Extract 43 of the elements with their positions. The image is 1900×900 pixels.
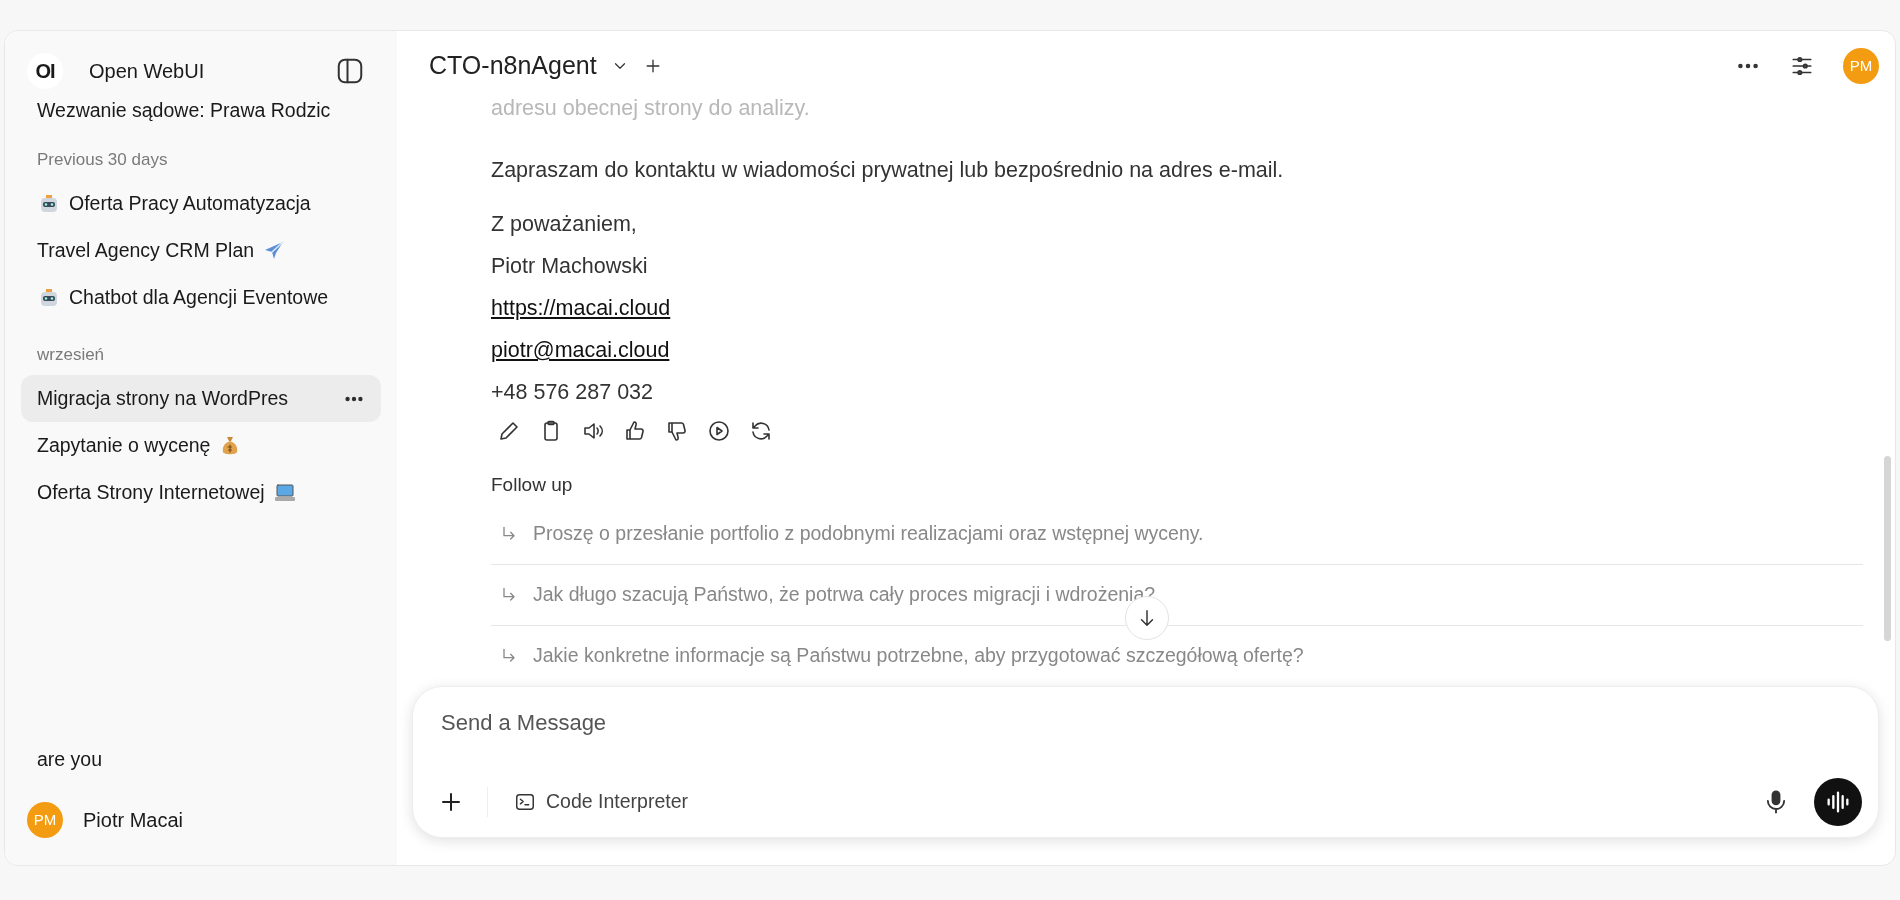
chat-item[interactable]: Travel Agency CRM Plan (21, 227, 381, 275)
chat-item[interactable]: Wezwanie sądowe: Prawa Rodzic (21, 99, 381, 127)
chat-title: Oferta Pracy Automatyzacja (69, 191, 311, 217)
terminal-icon (514, 791, 536, 813)
link[interactable]: piotr@macai.cloud (491, 338, 670, 362)
chat-item[interactable]: Migracja strony na WordPres (21, 375, 381, 422)
chat-item[interactable]: Oferta Pracy Automatyzacja (21, 180, 381, 228)
refresh-icon[interactable] (749, 419, 773, 443)
chat-title: Oferta Strony Internetowej (37, 479, 265, 505)
message-text: Piotr Machowski (491, 253, 649, 280)
follow-up-item[interactable]: Jakie konkretne informacje są Państwu potrzebne, aby przygotować szczegółową ofertę? (491, 625, 1863, 687)
thumbs-up-icon[interactable] (623, 419, 647, 443)
plus-icon (439, 790, 463, 814)
follow-up-item[interactable]: Proszę o przesłanie portfolio z podobnymi realizacjami oraz wstępnej wyceny. (491, 503, 1863, 565)
message-text: Zapraszam do kontaktu w wiadomości prywatnej lub bezpośrednio na adres e-mail. (491, 157, 1285, 184)
chat-item[interactable]: Zapytanie o wycenę (21, 422, 381, 469)
sidebar-toggle-icon[interactable] (335, 56, 365, 86)
thumbs-down-icon[interactable] (665, 419, 689, 443)
logo[interactable]: OI (27, 53, 63, 89)
chat-title: Chatbot dla Agencji Eventowe (69, 285, 329, 311)
voice-button[interactable] (1814, 778, 1862, 826)
chat-item[interactable]: Oferta Strony Internetowej (21, 469, 381, 516)
chat-title: Migracja strony na WordPres (37, 385, 289, 411)
message-text: Z poważaniem, (491, 211, 638, 238)
link[interactable]: https://macai.cloud (491, 296, 671, 320)
chat-title: Zapytanie o wycenę (37, 432, 211, 458)
scrollbar[interactable] (1884, 456, 1891, 641)
code-interpreter-button[interactable]: Code Interpreter (487, 787, 688, 817)
add-button[interactable] (439, 790, 463, 814)
chat-item[interactable]: are you (21, 736, 381, 783)
model-name[interactable]: CTO-n8nAgent (429, 47, 597, 85)
message-composer[interactable]: Send a Message Code Interpreter (412, 686, 1879, 838)
app-name: Open WebUI (89, 59, 205, 84)
message-text: adresu obecnej strony do analizy. (491, 95, 811, 122)
message-text: +48 576 287 032 (491, 379, 654, 406)
user-name: Piotr Macai (83, 808, 184, 833)
play-icon[interactable] (707, 419, 731, 443)
group-label: wrzesień (36, 343, 106, 366)
chat-title: Travel Agency CRM Plan (37, 238, 255, 264)
group-label: Previous 30 days (36, 149, 169, 171)
edit-icon[interactable] (497, 419, 521, 443)
follow-up-title: Follow up (491, 473, 574, 497)
chat-item[interactable]: Chatbot dla Agencji Eventowe (21, 274, 381, 322)
